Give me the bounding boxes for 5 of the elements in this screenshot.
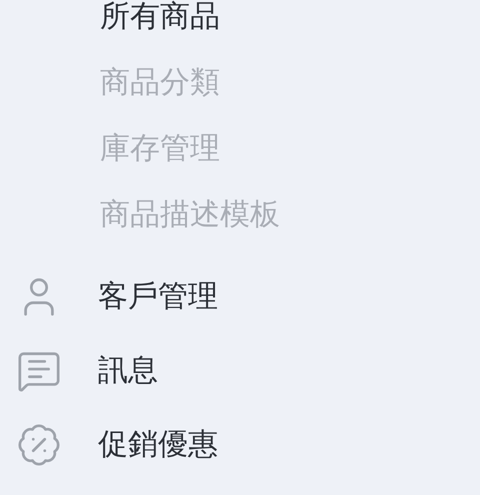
menu-item[interactable]: 訊息	[98, 350, 158, 392]
submenu-item[interactable]: 所有商品	[100, 0, 220, 38]
menu-item[interactable]: 促銷優惠	[98, 424, 218, 466]
discount-icon	[16, 422, 62, 468]
menu-item[interactable]: 客戶管理	[98, 276, 218, 318]
